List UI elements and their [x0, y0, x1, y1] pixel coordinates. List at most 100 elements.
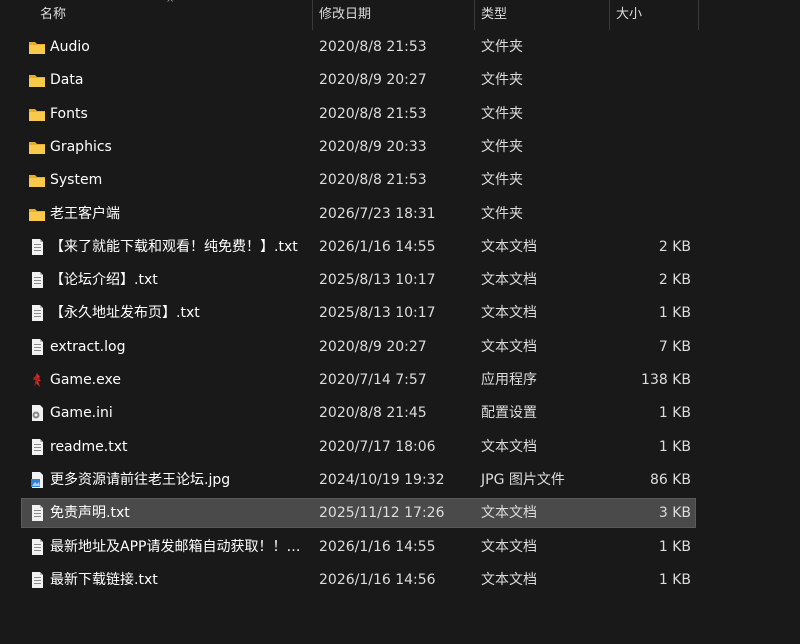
file-size: 1 KB [658, 405, 691, 422]
file-row[interactable]: 免责声明.txt 2025/11/12 17:26 文本文档 3 KB [21, 498, 696, 529]
folder-icon [28, 206, 46, 222]
file-row[interactable]: System 2020/8/8 21:53 文件夹 [22, 166, 695, 194]
column-header-size-label: 大小 [616, 7, 643, 22]
text-file-icon [28, 305, 46, 322]
text-file-icon [28, 505, 46, 522]
file-date: 2020/8/9 20:27 [319, 72, 427, 89]
file-size: 2 KB [658, 238, 691, 255]
file-size: 1 KB [658, 571, 691, 588]
file-size: 1 KB [658, 305, 691, 322]
file-date: 2024/10/19 19:32 [319, 471, 445, 488]
file-name: 更多资源请前往老王论坛.jpg [50, 471, 231, 488]
file-type: 文本文档 [481, 272, 537, 289]
file-name: 最新下载链接.txt [50, 571, 158, 588]
column-header-type[interactable]: 类型 [481, 0, 609, 30]
file-name: 【论坛介绍】.txt [50, 272, 158, 289]
file-type: JPG 图片文件 [481, 471, 565, 488]
file-row[interactable]: 【来了就能下载和观看！纯免费！】.txt 2026/1/16 14:55 文本文档 2… [22, 233, 695, 261]
file-date: 2020/8/9 20:33 [319, 138, 427, 155]
folder-icon [28, 139, 46, 155]
file-size: 2 KB [658, 272, 691, 289]
file-type: 文件夹 [481, 72, 523, 89]
image-file-icon [28, 471, 46, 488]
file-date: 2020/7/14 7:57 [319, 372, 427, 388]
file-name: System [50, 172, 103, 189]
file-size: 7 KB [658, 338, 691, 355]
file-name: 免责声明.txt [50, 505, 130, 522]
file-type: 文件夹 [481, 138, 523, 155]
file-date: 2025/11/12 17:26 [319, 505, 445, 522]
game-exe-icon [28, 372, 46, 388]
file-type: 文件夹 [481, 172, 523, 189]
file-size: 138 KB [641, 372, 691, 388]
file-type: 文本文档 [481, 571, 537, 588]
file-type: 文件夹 [481, 205, 523, 222]
text-file-icon [28, 571, 46, 588]
file-date: 2020/8/8 21:53 [319, 39, 427, 55]
file-row[interactable]: 最新下载链接.txt 2026/1/16 14:56 文本文档 1 KB [22, 566, 695, 594]
column-header-bar: 名称 ^ 修改日期 类型 大小 [0, 0, 800, 30]
file-row[interactable]: Audio 2020/8/8 21:53 文件夹 [22, 33, 695, 61]
file-type: 文本文档 [481, 338, 537, 355]
file-date: 2025/8/13 10:17 [319, 272, 436, 289]
file-row[interactable]: Data 2020/8/9 20:27 文件夹 [22, 66, 695, 94]
file-name: Graphics [50, 138, 112, 155]
file-size: 1 KB [658, 538, 691, 555]
file-name: 最新地址及APP请发邮箱自动获取！！！... [50, 538, 312, 555]
file-row[interactable]: 【论坛介绍】.txt 2025/8/13 10:17 文本文档 2 KB [22, 266, 695, 294]
column-header-name[interactable]: 名称 [40, 0, 312, 30]
file-name: Data [50, 72, 84, 89]
file-type: 应用程序 [481, 372, 537, 388]
file-date: 2020/8/9 20:27 [319, 338, 427, 355]
file-type: 文本文档 [481, 305, 537, 322]
file-date: 2020/8/8 21:45 [319, 405, 427, 422]
file-row[interactable]: 老王客户端 2026/7/23 18:31 文件夹 [22, 200, 695, 228]
column-divider[interactable] [609, 0, 610, 30]
file-name: Game.exe [50, 372, 121, 388]
file-type: 文本文档 [481, 238, 537, 255]
file-date: 2026/1/16 14:55 [319, 538, 436, 555]
file-type: 文件夹 [481, 105, 523, 122]
file-row[interactable]: Game.ini 2020/8/8 21:45 配置设置 1 KB [22, 399, 695, 427]
column-header-size[interactable]: 大小 [616, 0, 698, 30]
column-header-date[interactable]: 修改日期 [319, 0, 474, 30]
file-row[interactable]: extract.log 2020/8/9 20:27 文本文档 7 KB [22, 333, 695, 361]
file-row[interactable]: Graphics 2020/8/9 20:33 文件夹 [22, 133, 695, 161]
folder-icon [28, 72, 46, 88]
column-divider[interactable] [698, 0, 699, 30]
file-name: 【永久地址发布页】.txt [50, 305, 200, 322]
column-divider[interactable] [474, 0, 475, 30]
folder-icon [28, 39, 46, 55]
file-name: 【来了就能下载和观看！纯免费！】.txt [50, 238, 298, 255]
column-divider[interactable] [312, 0, 313, 30]
text-file-icon [28, 438, 46, 455]
file-row[interactable]: 更多资源请前往老王论坛.jpg 2024/10/19 19:32 JPG 图片文件 8… [22, 466, 695, 494]
file-size: 1 KB [658, 438, 691, 455]
file-row[interactable]: Game.exe 2020/7/14 7:57 应用程序 138 KB [22, 366, 695, 394]
file-date: 2026/1/16 14:56 [319, 571, 436, 588]
text-file-icon [28, 272, 46, 289]
column-header-type-label: 类型 [481, 7, 508, 22]
file-row[interactable]: 【永久地址发布页】.txt 2025/8/13 10:17 文本文档 1 KB [22, 299, 695, 327]
file-row[interactable]: Fonts 2020/8/8 21:53 文件夹 [22, 100, 695, 128]
text-file-icon [28, 538, 46, 555]
column-header-name-label: 名称 [40, 7, 67, 22]
file-row[interactable]: 最新地址及APP请发邮箱自动获取！！！... 2026/1/16 14:55 文本文… [22, 533, 695, 561]
file-size: 86 KB [649, 471, 691, 488]
file-type: 配置设置 [481, 405, 537, 422]
file-date: 2025/8/13 10:17 [319, 305, 436, 322]
file-name: Audio [50, 39, 90, 55]
text-file-icon [28, 338, 46, 355]
file-row[interactable]: readme.txt 2020/7/17 18:06 文本文档 1 KB [22, 433, 695, 461]
file-type: 文件夹 [481, 39, 523, 55]
file-type: 文本文档 [481, 505, 537, 522]
sort-ascending-icon: ^ [166, 0, 175, 9]
file-date: 2020/8/8 21:53 [319, 105, 427, 122]
file-date: 2020/8/8 21:53 [319, 172, 427, 189]
folder-icon [28, 172, 46, 188]
file-date: 2020/7/17 18:06 [319, 438, 436, 455]
file-name: Fonts [50, 105, 88, 122]
file-size: 3 KB [658, 505, 691, 522]
text-file-icon [28, 238, 46, 255]
file-name: 老王客户端 [50, 205, 120, 222]
